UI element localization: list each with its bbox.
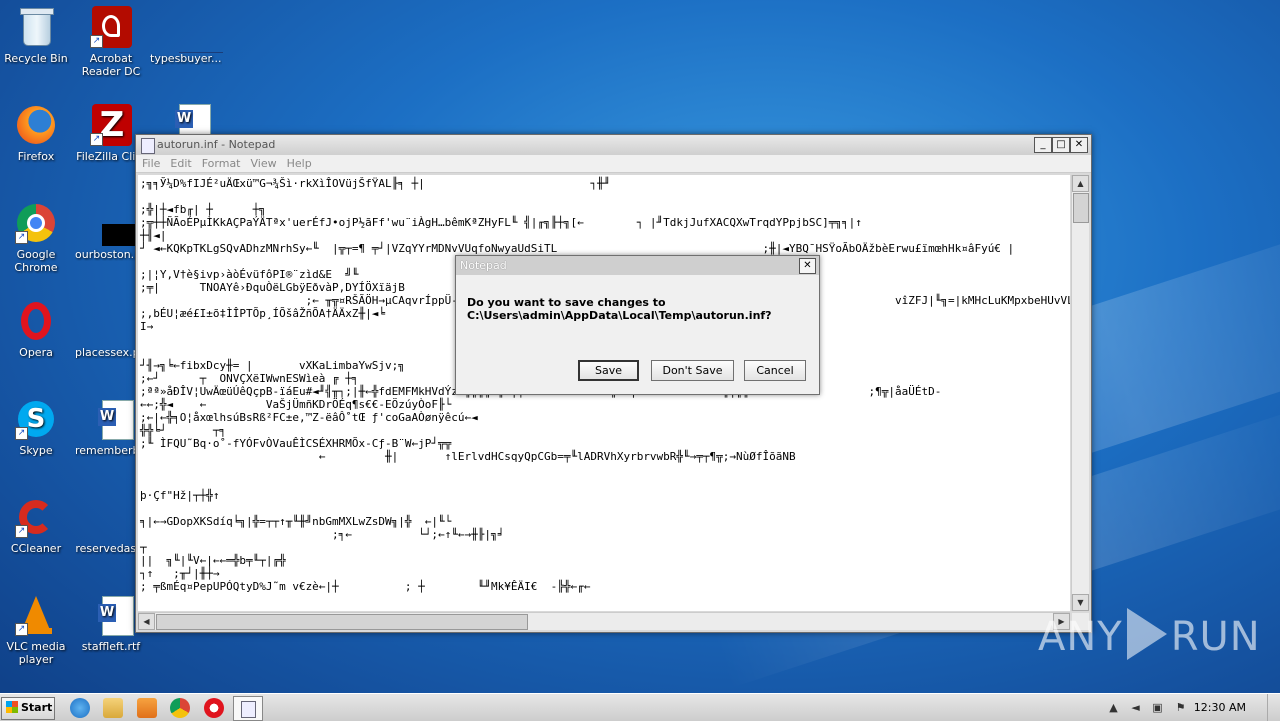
file-icon	[165, 6, 223, 53]
tray-expand-icon[interactable]: ▲	[1107, 701, 1120, 714]
shortcut-arrow-icon: ↗	[15, 525, 28, 538]
desktop-icon-label: Acrobat Reader DC	[81, 52, 141, 78]
menu-bar: File Edit Format View Help	[136, 155, 1091, 173]
dialog-message-line2: C:\Users\admin\AppData\Local\Temp\autoru…	[467, 309, 772, 322]
taskbar-clock[interactable]: 12:30 AM	[1194, 701, 1246, 714]
scroll-left-icon[interactable]: ◀	[138, 613, 155, 630]
filezilla-icon: Z ↗	[90, 104, 132, 146]
opera-icon	[15, 300, 57, 342]
save-button[interactable]: Save	[578, 360, 639, 381]
desktop-icon-acrobat[interactable]: ↗ Acrobat Reader DC	[75, 6, 147, 78]
horizontal-scrollbar[interactable]: ◀ ▶	[138, 612, 1070, 630]
desktop-icon-label: staffleft.rtf	[81, 640, 141, 653]
action-center-flag-icon[interactable]: ⚑	[1174, 701, 1187, 714]
cancel-button[interactable]: Cancel	[744, 360, 806, 381]
windows-logo-icon	[6, 701, 18, 713]
desktop-icon-label: Recycle Bin	[4, 52, 68, 65]
shortcut-arrow-icon: ↗	[15, 623, 28, 636]
desktop-icon-label: Google Chrome	[14, 248, 58, 274]
dialog-close-button[interactable]: ✕	[799, 258, 816, 274]
desktop-icon-vlc[interactable]: ↗ VLC media player	[0, 594, 72, 666]
media-player-icon[interactable]	[137, 698, 157, 718]
firefox-icon	[15, 104, 57, 146]
desktop-icon-recycle-bin[interactable]: Recycle Bin	[0, 6, 72, 65]
desktop-icon-typesbuyer[interactable]: typesbuyer....	[150, 6, 223, 65]
notepad-taskbar-icon	[241, 701, 256, 718]
watermark-left: ANY	[1038, 614, 1123, 660]
taskbar: Start ▲ ◄ ▣ ⚑ 12:30 AM	[0, 693, 1280, 721]
desktop-icon-chrome[interactable]: ↗ Google Chrome	[0, 202, 72, 274]
shortcut-arrow-icon: ↗	[15, 231, 28, 244]
shortcut-arrow-icon: ↗	[90, 133, 103, 146]
word-document-icon: W	[90, 594, 134, 636]
chrome-taskbar-icon[interactable]	[170, 698, 190, 718]
close-button[interactable]: ✕	[1070, 137, 1088, 153]
desktop-icon-label: Opera	[19, 346, 53, 359]
shortcut-arrow-icon: ↗	[90, 35, 103, 48]
dont-save-button[interactable]: Don't Save	[651, 360, 734, 381]
desktop-icon-label: Firefox	[17, 150, 55, 163]
notepad-icon	[141, 138, 155, 154]
dialog-message-line1: Do you want to save changes to	[467, 296, 666, 309]
internet-explorer-icon[interactable]	[70, 698, 90, 718]
play-icon	[1126, 608, 1167, 660]
file-icon	[90, 496, 132, 538]
anyrun-watermark: ANY RUN	[1038, 608, 1261, 660]
desktop-icon-label: typesbuyer....	[150, 52, 222, 65]
notepad-titlebar[interactable]: autorun.inf - Notepad _ □ ✕	[136, 135, 1091, 155]
vlc-icon: ↗	[15, 594, 57, 636]
shortcut-arrow-icon: ↗	[15, 427, 28, 440]
notepad-title: autorun.inf - Notepad	[157, 138, 276, 151]
dialog-message: Do you want to save changes to C:\Users\…	[467, 296, 772, 322]
horizontal-scroll-thumb[interactable]	[156, 614, 528, 630]
menu-format[interactable]: Format	[202, 155, 241, 172]
desktop-icon-label: VLC media player	[6, 640, 66, 666]
word-document-icon: W	[90, 398, 134, 440]
recycle-bin-icon	[15, 6, 57, 48]
chrome-icon: ↗	[15, 202, 57, 244]
desktop-icon-opera[interactable]: Opera	[0, 300, 72, 359]
desktop-icon-skype[interactable]: S ↗ Skype	[0, 398, 72, 457]
skype-icon: S ↗	[15, 398, 57, 440]
dialog-titlebar[interactable]: Notepad ✕	[456, 256, 819, 275]
menu-view[interactable]: View	[251, 155, 277, 172]
vertical-scroll-thumb[interactable]	[1073, 193, 1089, 223]
file-icon	[90, 202, 148, 246]
minimize-button[interactable]: _	[1034, 137, 1052, 153]
save-changes-dialog: Notepad ✕ Do you want to save changes to…	[455, 255, 820, 395]
show-desktop-button[interactable]	[1267, 694, 1280, 721]
start-button[interactable]: Start	[1, 697, 55, 720]
start-label: Start	[21, 701, 53, 714]
volume-icon[interactable]: ◄	[1129, 701, 1142, 714]
notepad-taskbar-button[interactable]	[233, 696, 263, 721]
desktop-icon-firefox[interactable]: Firefox	[0, 104, 72, 163]
desktop-icon-label: Skype	[19, 444, 53, 457]
menu-edit[interactable]: Edit	[170, 155, 191, 172]
menu-file[interactable]: File	[142, 155, 160, 172]
file-icon	[90, 300, 132, 342]
opera-taskbar-icon[interactable]	[204, 698, 224, 718]
network-icon[interactable]: ▣	[1151, 701, 1164, 714]
desktop-icon-label: CCleaner	[10, 542, 62, 555]
acrobat-icon: ↗	[90, 6, 132, 48]
file-explorer-icon[interactable]	[103, 698, 123, 718]
ccleaner-icon: ↗	[15, 496, 57, 538]
dialog-title: Notepad	[460, 259, 507, 272]
maximize-button[interactable]: □	[1052, 137, 1070, 153]
menu-help[interactable]: Help	[287, 155, 312, 172]
desktop-icon-ccleaner[interactable]: ↗ CCleaner	[0, 496, 72, 555]
watermark-right: RUN	[1170, 614, 1261, 660]
scroll-up-icon[interactable]: ▲	[1072, 175, 1089, 192]
vertical-scrollbar[interactable]: ▲ ▼	[1071, 175, 1089, 611]
